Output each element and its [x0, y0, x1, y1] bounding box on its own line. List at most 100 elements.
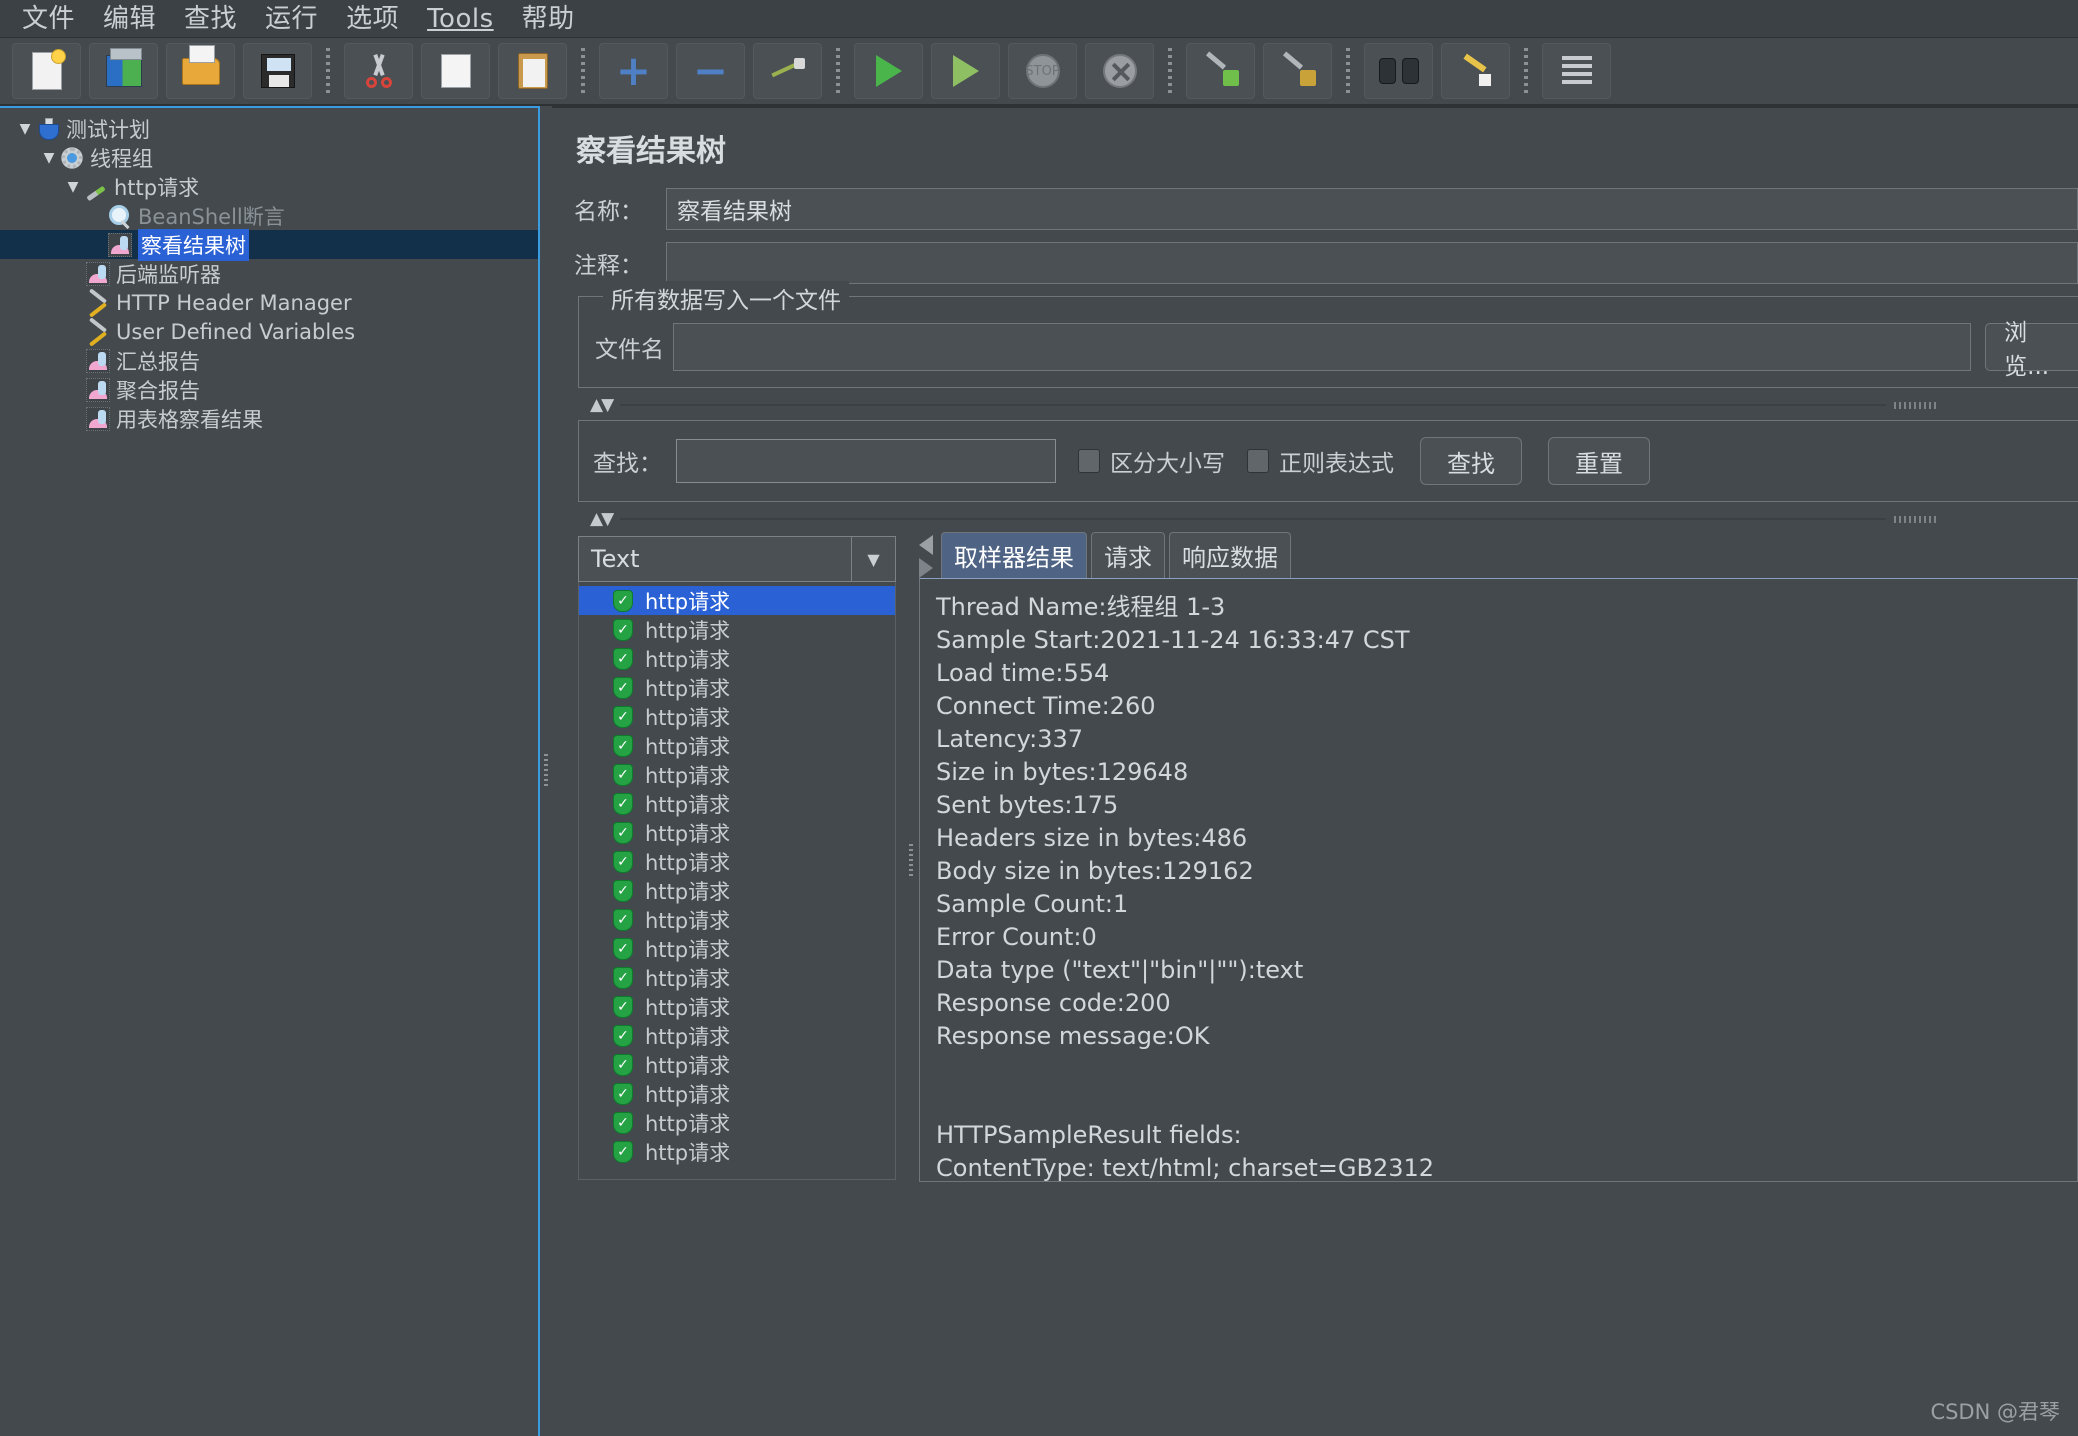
menu-run[interactable]: 运行: [251, 0, 332, 38]
list-item[interactable]: ✓ http请求: [579, 847, 895, 876]
lower-split-handle[interactable]: ▲▼: [578, 508, 2078, 530]
split-collapse-arrows-icon[interactable]: ▲▼: [590, 509, 614, 529]
menu-help[interactable]: 帮助: [508, 0, 589, 38]
tree-item-beanshell-assertion[interactable]: BeanShell断言: [0, 201, 538, 230]
clear-all-icon: [1280, 54, 1316, 88]
chevron-down-icon[interactable]: ▼: [851, 537, 895, 581]
list-item[interactable]: ✓ http请求: [579, 1108, 895, 1137]
toolbar-clear-all-button[interactable]: [1263, 43, 1332, 99]
list-item[interactable]: ✓ http请求: [579, 992, 895, 1021]
list-item[interactable]: ✓ http请求: [579, 673, 895, 702]
menu-file[interactable]: 文件: [8, 0, 89, 38]
case-sensitive-checkbox[interactable]: [1078, 449, 1100, 473]
detail-tabs: 取样器结果 请求 响应数据: [919, 532, 2078, 578]
toolbar-open-button[interactable]: [166, 43, 235, 99]
find-button[interactable]: 查找: [1420, 437, 1522, 485]
tree-item-view-results-in-table[interactable]: 用表格察看结果: [0, 404, 538, 433]
tree-item-backend-listener[interactable]: 后端监听器: [0, 259, 538, 288]
toolbar-reset-search-button[interactable]: [1441, 43, 1510, 99]
list-item[interactable]: ✓ http请求: [579, 789, 895, 818]
list-item[interactable]: ✓ http请求: [579, 702, 895, 731]
list-item[interactable]: ✓ http请求: [579, 586, 895, 615]
toolbar-paste-button[interactable]: [498, 43, 567, 99]
list-item[interactable]: ✓ http请求: [579, 760, 895, 789]
list-item[interactable]: ✓ http请求: [579, 934, 895, 963]
toolbar-start-button[interactable]: [854, 43, 923, 99]
toolbar-collapse-button[interactable]: −: [676, 43, 745, 99]
toolbar-toggle-button[interactable]: [753, 43, 822, 99]
sampler-result-box[interactable]: Thread Name:线程组 1-3 Sample Start:2021-11…: [919, 578, 2078, 1182]
tree-item-label: BeanShell断言: [138, 204, 285, 229]
list-item[interactable]: ✓ http请求: [579, 1021, 895, 1050]
comment-label: 注释：: [574, 253, 643, 279]
chart-icon: [86, 377, 110, 402]
list-item[interactable]: ✓ http请求: [579, 1050, 895, 1079]
toolbar-save-button[interactable]: [243, 43, 312, 99]
reset-button[interactable]: 重置: [1548, 437, 1650, 485]
list-item[interactable]: ✓ http请求: [579, 963, 895, 992]
filename-input[interactable]: [673, 323, 1972, 371]
tree-item-summary-report[interactable]: 汇总报告: [0, 346, 538, 375]
regex-checkbox[interactable]: [1247, 449, 1269, 473]
comment-input[interactable]: [666, 242, 2078, 284]
toolbar-function-helper-button[interactable]: [1542, 43, 1611, 99]
renderer-select[interactable]: Text ▼: [578, 536, 896, 582]
tab-scroll-arrows[interactable]: [919, 535, 933, 578]
tab-sampler-result[interactable]: 取样器结果: [941, 532, 1087, 578]
toolbar-copy-button[interactable]: [421, 43, 490, 99]
browse-button[interactable]: 浏览...: [1985, 320, 2078, 380]
tree-item-aggregate-report[interactable]: 聚合报告: [0, 375, 538, 404]
filename-row: 文件名 浏览...: [595, 320, 2078, 380]
chevron-right-icon[interactable]: [919, 558, 933, 578]
tree-item-label: 后端监听器: [116, 262, 221, 287]
open-icon: [181, 44, 220, 85]
search-input[interactable]: [676, 439, 1056, 483]
toolbar-new-button[interactable]: [12, 43, 81, 99]
menu-tools[interactable]: Tools: [413, 0, 508, 38]
tree-item-thread-group[interactable]: ▼ 线程组: [0, 143, 538, 172]
toolbar-shutdown-button[interactable]: [1085, 43, 1154, 99]
menu-edit[interactable]: 编辑: [89, 0, 170, 38]
toolbar-search-button[interactable]: [1364, 43, 1433, 99]
tree-item-http-header-manager[interactable]: HTTP Header Manager: [0, 288, 538, 317]
menu-tools-label: Tools: [427, 3, 494, 34]
sample-result-list[interactable]: ✓ http请求 ✓ http请求 ✓ http请求 ✓ http请求 ✓ http请求 …: [578, 582, 896, 1180]
list-item[interactable]: ✓ http请求: [579, 731, 895, 760]
menu-search[interactable]: 查找: [170, 0, 251, 38]
upper-split-handle[interactable]: ▲▼: [578, 394, 2078, 416]
toolbar-cut-button[interactable]: [344, 43, 413, 99]
list-item[interactable]: ✓ http请求: [579, 1079, 895, 1108]
chevron-left-icon[interactable]: [919, 535, 933, 555]
tree-item-user-defined-variables[interactable]: User Defined Variables: [0, 317, 538, 346]
tree-item-test-plan[interactable]: ▼ 测试计划: [0, 114, 538, 143]
tab-request[interactable]: 请求: [1091, 532, 1165, 578]
list-item[interactable]: ✓ http请求: [579, 876, 895, 905]
tree-item-view-results-tree[interactable]: 察看结果树: [0, 228, 538, 261]
list-item[interactable]: ✓ http请求: [579, 818, 895, 847]
results-detail-splitter[interactable]: [903, 536, 919, 1186]
toolbar-start-no-pauses-button[interactable]: [931, 43, 1000, 99]
toolbar-expand-button[interactable]: +: [599, 43, 668, 99]
test-plan-tree[interactable]: ▼ 测试计划 ▼ 线程组 ▼ http请求 BeanShell断言 察看结果树 …: [0, 106, 540, 1436]
list-item-label: http请求: [645, 995, 731, 1020]
list-item[interactable]: ✓ http请求: [579, 615, 895, 644]
chevron-down-icon[interactable]: ▼: [38, 150, 60, 166]
renderer-select-value: Text: [591, 545, 640, 573]
tab-response-data[interactable]: 响应数据: [1169, 532, 1291, 578]
name-input[interactable]: 察看结果树: [666, 188, 2078, 230]
templates-icon: [105, 48, 142, 87]
toolbar-templates-button[interactable]: [89, 43, 158, 99]
split-collapse-arrows-icon[interactable]: ▲▼: [590, 395, 614, 415]
toolbar-stop-button[interactable]: STOP: [1008, 43, 1077, 99]
list-item[interactable]: ✓ http请求: [579, 644, 895, 673]
sampler-result-text: Thread Name:线程组 1-3 Sample Start:2021-11…: [936, 593, 1435, 1182]
tree-item-http-request[interactable]: ▼ http请求: [0, 172, 538, 201]
toolbar-clear-button[interactable]: [1186, 43, 1255, 99]
chevron-down-icon[interactable]: ▼: [62, 179, 84, 195]
list-item-label: http请求: [645, 1024, 731, 1049]
chevron-down-icon[interactable]: ▼: [14, 121, 36, 137]
tree-panel-splitter[interactable]: [540, 106, 552, 1436]
list-item[interactable]: ✓ http请求: [579, 905, 895, 934]
list-item[interactable]: ✓ http请求: [579, 1137, 895, 1166]
menu-options[interactable]: 选项: [332, 0, 413, 38]
